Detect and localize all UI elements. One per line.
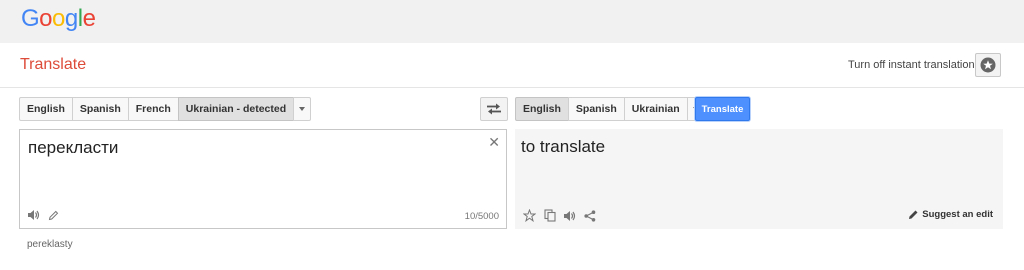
star-icon[interactable] [523, 209, 536, 222]
target-lang-ukrainian[interactable]: Ukrainian [623, 97, 688, 121]
logo-letter: g [64, 5, 78, 32]
translated-text[interactable]: to translate [521, 137, 605, 157]
app-header: Translate Turn off instant translation [0, 43, 1024, 88]
star-icon [980, 57, 996, 73]
instant-translation-toggle[interactable]: Turn off instant translation [848, 59, 975, 71]
google-logo[interactable]: Google [21, 5, 96, 33]
swap-languages-button[interactable] [480, 97, 508, 121]
pencil-icon[interactable] [48, 210, 59, 221]
logo-letter: G [21, 5, 40, 32]
logo-letter: e [82, 5, 96, 32]
chevron-down-icon [299, 107, 306, 111]
logo-letter: o [52, 5, 65, 32]
copy-icon[interactable] [544, 209, 556, 222]
settings-button[interactable] [975, 53, 1001, 77]
source-language-dropdown[interactable] [293, 97, 312, 121]
top-bar: Google [0, 0, 1024, 43]
source-lang-french[interactable]: French [127, 97, 179, 121]
source-lang-english[interactable]: English [19, 97, 73, 121]
source-lang-spanish[interactable]: Spanish [71, 97, 129, 121]
target-lang-spanish[interactable]: Spanish [567, 97, 625, 121]
translation-tools [523, 209, 596, 222]
source-tools [28, 209, 59, 221]
source-text[interactable]: перекласти [28, 138, 118, 158]
target-language-bar: English Spanish Ukrainian [515, 97, 705, 121]
character-count: 10/5000 [464, 211, 499, 222]
speaker-icon[interactable] [28, 209, 40, 221]
share-icon[interactable] [584, 209, 596, 222]
edit-icon [909, 210, 918, 219]
logo-letter: o [39, 5, 53, 32]
speaker-icon[interactable] [564, 210, 576, 222]
source-lang-detected[interactable]: Ukrainian - detected [177, 97, 295, 121]
source-language-bar: English Spanish French Ukrainian - detec… [19, 97, 312, 121]
suggest-edit-label: Suggest an edit [922, 209, 993, 220]
source-text-area[interactable]: перекласти ✕ 10/5000 [19, 129, 507, 229]
translate-button[interactable]: Translate [695, 97, 750, 121]
translation-output: to translate Suggest an edit [515, 129, 1003, 229]
close-icon[interactable]: ✕ [488, 134, 500, 151]
suggest-edit-button[interactable]: Suggest an edit [908, 209, 993, 220]
transliteration: pereklasty [27, 239, 73, 250]
swap-icon [487, 103, 501, 115]
app-title[interactable]: Translate [20, 56, 86, 74]
target-lang-english[interactable]: English [515, 97, 569, 121]
